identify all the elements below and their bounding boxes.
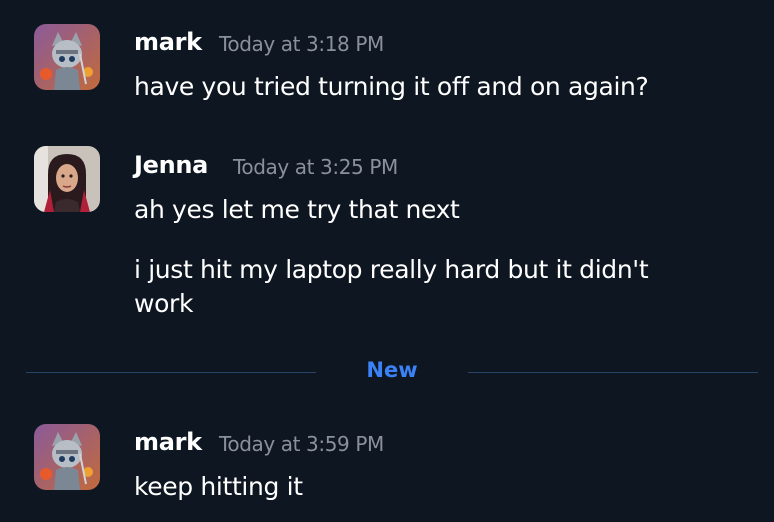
message-timestamp: Today at 3:59 PM <box>219 432 384 456</box>
message-item: mark Today at 3:59 PM keep hitting it <box>0 0 774 522</box>
message-text: keep hitting it <box>134 472 303 501</box>
message-author[interactable]: mark <box>134 428 202 456</box>
knight-cat-avatar[interactable] <box>34 424 100 490</box>
